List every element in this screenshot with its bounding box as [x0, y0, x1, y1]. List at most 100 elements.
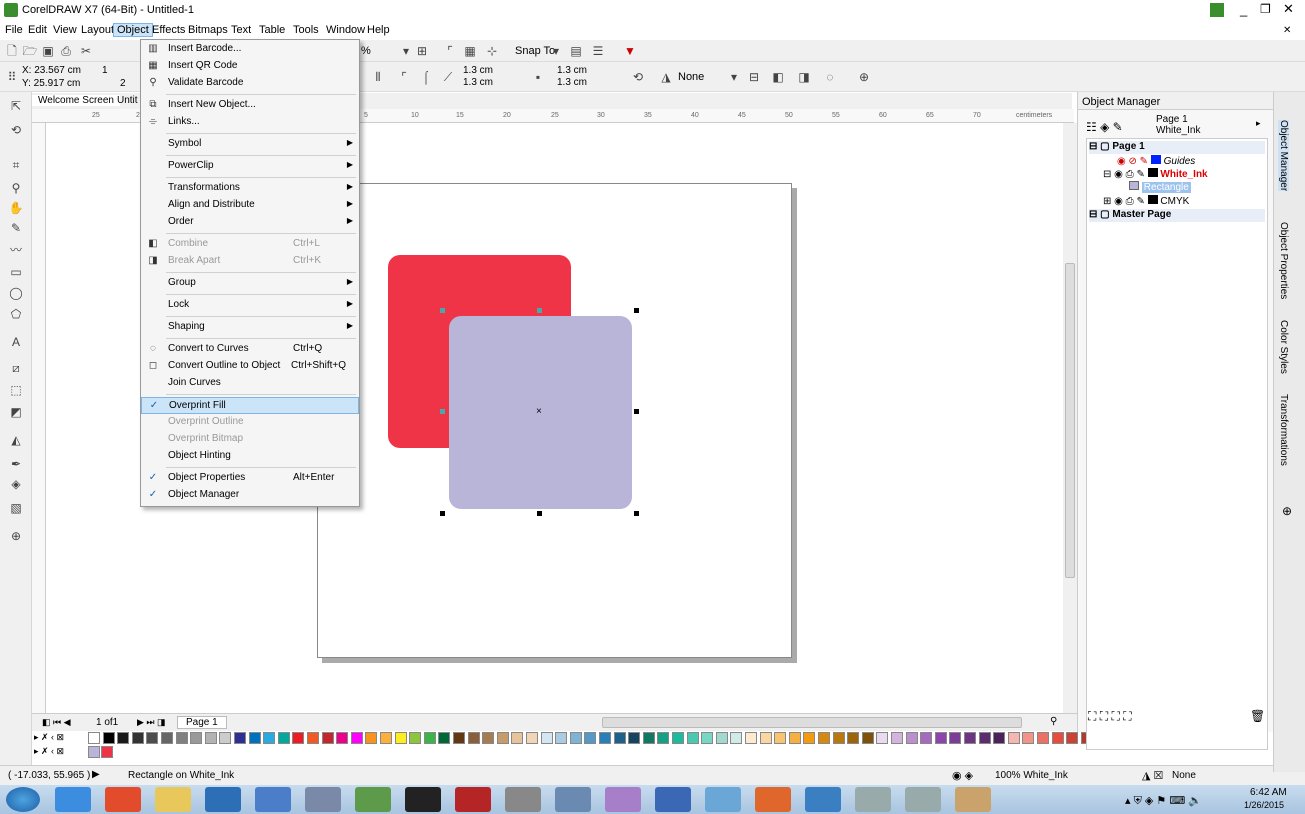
add-tool-icon[interactable]: ⊕: [8, 528, 24, 544]
tree-guides[interactable]: ◉ ⊘ ✎ Guides: [1117, 155, 1195, 168]
menu-item-order[interactable]: Order ▶: [141, 214, 359, 231]
tab-object-properties[interactable]: Object Properties: [1278, 222, 1289, 299]
tab-object-manager[interactable]: Object Manager: [1278, 120, 1289, 192]
app-icon-brush[interactable]: [955, 787, 991, 812]
lock-corners-icon[interactable]: ▪: [530, 69, 546, 85]
text-tool-icon[interactable]: A: [8, 334, 24, 350]
app-icon-molecule[interactable]: [355, 787, 391, 812]
zoom-dropdown-icon[interactable]: ▾: [398, 43, 414, 59]
zoom-level[interactable]: %: [361, 45, 371, 57]
menu-item-insert-qr-code[interactable]: ▦ Insert QR Code: [141, 58, 359, 75]
filezilla-icon[interactable]: [455, 787, 491, 812]
color-swatch[interactable]: [584, 732, 597, 744]
color-swatch[interactable]: [190, 732, 203, 744]
selection-handle[interactable]: [634, 409, 639, 414]
color-swatch[interactable]: [613, 732, 626, 744]
snap-dropdown-icon[interactable]: ▾: [548, 43, 564, 59]
selection-handle[interactable]: [537, 511, 542, 516]
restore-button[interactable]: ❐: [1260, 2, 1271, 16]
menu-item-align-and-distribute[interactable]: Align and Distribute ▶: [141, 197, 359, 214]
rectangle-tool-icon[interactable]: ▭: [8, 264, 24, 280]
menu-item-convert-outline-to-object[interactable]: ◻ Convert Outline to Object Ctrl+Shift+Q: [141, 358, 359, 375]
next-page-icon[interactable]: ▶ ⏭ ◨: [137, 717, 166, 728]
width-field[interactable]: 1: [102, 65, 108, 76]
app-icon-ball[interactable]: [705, 787, 741, 812]
minimize-button[interactable]: _: [1240, 2, 1247, 17]
document-color-swatch[interactable]: [101, 746, 113, 758]
menu-table[interactable]: Table: [256, 24, 288, 36]
color-swatch[interactable]: [117, 732, 130, 744]
pick-tool-icon[interactable]: ⇱: [8, 98, 24, 114]
color-swatch[interactable]: [453, 732, 465, 744]
show-rulers-icon[interactable]: ⌜: [442, 43, 458, 59]
first-page-icon[interactable]: ◧ ⏮ ◀: [42, 717, 71, 728]
cut-icon[interactable]: ✂: [78, 43, 94, 59]
color-swatch[interactable]: [686, 732, 699, 744]
color-swatch[interactable]: [891, 732, 903, 744]
internet-explorer-icon[interactable]: [55, 787, 91, 812]
menu-object[interactable]: Object: [113, 23, 153, 37]
color-swatch[interactable]: [161, 732, 173, 744]
layer-manager-icon[interactable]: ☷ ◈ ✎: [1086, 120, 1123, 134]
color-swatch[interactable]: [540, 732, 553, 744]
zoom-navigator-icon[interactable]: ⚲: [1050, 716, 1057, 727]
drop-shadow-icon[interactable]: ◩: [8, 404, 24, 420]
menu-effects[interactable]: Effects: [149, 24, 188, 36]
app-icon-window-2[interactable]: [905, 787, 941, 812]
app-icon-brain[interactable]: [605, 787, 641, 812]
convert-curves-toolbar-icon[interactable]: ◌: [822, 69, 838, 85]
color-swatch[interactable]: [467, 732, 480, 744]
menu-item-shaping[interactable]: Shaping ▶: [141, 319, 359, 336]
relative-corner-icon[interactable]: ⟲: [630, 69, 646, 85]
options-icon[interactable]: ▤: [568, 43, 584, 59]
page-tab[interactable]: Page 1: [177, 716, 227, 729]
status-arrow-icon[interactable]: ▶: [92, 769, 100, 780]
color-swatch[interactable]: [409, 732, 422, 744]
artistic-media-icon[interactable]: 〰: [8, 242, 24, 258]
color-swatch[interactable]: [788, 732, 801, 744]
color-swatch[interactable]: [234, 732, 246, 744]
app-icon-power[interactable]: [255, 787, 291, 812]
center-marker-icon[interactable]: ×: [536, 406, 542, 417]
app-icon-globe[interactable]: [205, 787, 241, 812]
y-position-field[interactable]: Y: 25.917 cm: [22, 78, 80, 89]
outline-width-select[interactable]: None: [678, 71, 704, 83]
menu-layout[interactable]: Layout: [78, 24, 117, 36]
selection-handle[interactable]: [634, 308, 639, 313]
color-swatch[interactable]: [555, 732, 568, 744]
tree-cmyk[interactable]: ⊞ ◉ ⎙ ✎ CMYK: [1103, 195, 1189, 208]
ellipse-tool-icon[interactable]: ◯: [8, 285, 24, 301]
system-tray-icons[interactable]: ▴ ⛨ ◈ ⚑ ⌨ 🔈: [1125, 794, 1202, 808]
file-explorer-icon[interactable]: [155, 787, 191, 812]
document-color-swatch[interactable]: [88, 746, 100, 758]
save-icon[interactable]: ▣: [40, 43, 56, 59]
scalloped-corner-icon[interactable]: ⌠: [418, 69, 434, 85]
object-origin-icon[interactable]: ⠿: [4, 69, 20, 85]
corner-radius-4[interactable]: 1.3 cm: [557, 77, 587, 88]
command-prompt-icon[interactable]: [405, 787, 441, 812]
tree-white-ink[interactable]: ⊟ ◉ ⎙ ✎ White_Ink: [1103, 168, 1208, 181]
node-handle[interactable]: [440, 409, 445, 414]
color-swatch[interactable]: [861, 732, 874, 744]
menu-item-object-hinting[interactable]: Object Hinting: [141, 448, 359, 465]
color-swatch[interactable]: [175, 732, 188, 744]
tab-color-styles[interactable]: Color Styles: [1278, 320, 1289, 374]
connector-tool-icon[interactable]: ⬚: [8, 382, 24, 398]
zoom-tool-icon[interactable]: ⚲: [8, 180, 24, 196]
new-layer-icon[interactable]: ⛶ ⛶ ⛶ ⛶: [1088, 709, 1132, 724]
color-swatch[interactable]: [307, 732, 319, 744]
corner-radius-2[interactable]: 1.3 cm: [463, 77, 493, 88]
add-docker-icon[interactable]: ⊕: [1282, 504, 1292, 518]
menu-item-insert-barcode[interactable]: ▥ Insert Barcode...: [141, 41, 359, 58]
smart-fill-icon[interactable]: ▧: [8, 500, 24, 516]
coreldraw-taskbar-icon[interactable]: [755, 787, 791, 812]
color-swatch[interactable]: [745, 732, 757, 744]
color-swatch[interactable]: [964, 732, 976, 744]
color-swatch[interactable]: [730, 732, 743, 744]
outline-dropdown-icon[interactable]: ▾: [726, 69, 742, 85]
selection-handle[interactable]: [440, 511, 445, 516]
scrollbar-thumb[interactable]: [1065, 263, 1075, 578]
color-swatch[interactable]: [423, 732, 436, 744]
corner-radius-1[interactable]: 1.3 cm: [463, 65, 493, 76]
menu-text[interactable]: Text: [228, 24, 254, 36]
